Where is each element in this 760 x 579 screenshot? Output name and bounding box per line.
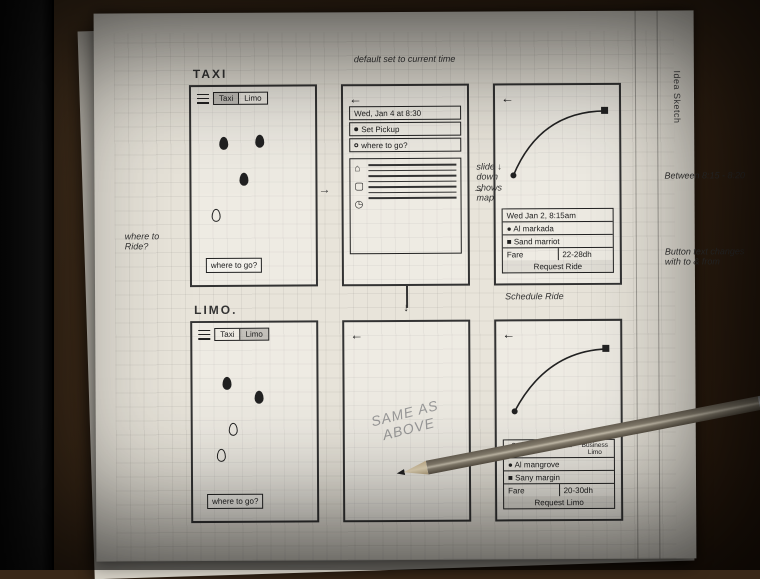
screen-limo-map: LIMO. Taxi Limo where to go? xyxy=(190,320,319,523)
section-title-limo: LIMO. xyxy=(194,303,237,317)
request-ride-button[interactable]: Request Ride xyxy=(503,260,613,273)
map-pin-user-icon[interactable] xyxy=(212,209,221,222)
map-pin-icon[interactable] xyxy=(219,137,228,150)
route-curve xyxy=(506,339,616,420)
where-to-go-button[interactable]: where to go? xyxy=(206,258,262,273)
date-field-label: Wed, Jan 4 at 8:30 xyxy=(354,108,421,117)
binder-edge xyxy=(0,0,54,570)
fare-row: Fare 20-30dh xyxy=(504,484,614,497)
card-header: Wed Jan 2, 8:15am xyxy=(503,209,613,223)
screen-limo-form: ← SAME AS ABOVE xyxy=(342,320,471,523)
date-field[interactable]: Wed, Jan 4 at 8:30 xyxy=(349,106,461,121)
tab-limo[interactable]: Limo xyxy=(239,93,266,104)
card-dropoff: ■ Sany margin xyxy=(504,471,614,485)
briefcase-icon[interactable]: ▢ xyxy=(354,181,364,192)
same-as-above-note: SAME AS ABOVE xyxy=(322,310,491,532)
tab-taxi[interactable]: Taxi xyxy=(215,329,240,340)
wireframe-grid: TAXI Taxi Limo where to go? ← Wed, Jan 4… xyxy=(189,83,623,523)
annotation-time-range: Between 8:15 - 8:20 xyxy=(664,170,756,181)
card-pickup: ● Al mangrove xyxy=(504,458,614,472)
tab-limo[interactable]: Limo xyxy=(240,329,267,340)
fare-label: Fare xyxy=(503,248,559,260)
sketch-paper: Idea Sketch TAXI Taxi Limo where to go? … xyxy=(94,10,697,561)
hamburger-icon[interactable] xyxy=(197,93,209,103)
clock-icon[interactable]: ◷ xyxy=(355,199,365,210)
fare-value: 22-28dh xyxy=(558,248,613,260)
destination-field-label: where to go? xyxy=(361,140,407,149)
pickup-field[interactable]: Set Pickup xyxy=(349,122,461,137)
card-pickup: ● Al markada xyxy=(503,222,613,236)
suggestions-panel: ⌂ ▢ ◷ xyxy=(349,158,462,255)
map-pin-icon[interactable] xyxy=(255,135,264,148)
map-pin-icon[interactable] xyxy=(222,377,231,390)
annotation-schedule-ride: Schedule Ride xyxy=(505,291,564,302)
back-arrow-icon[interactable]: ← xyxy=(349,91,461,107)
where-to-go-button[interactable]: where to go? xyxy=(207,494,263,509)
card-dropoff-text: Sany margin xyxy=(515,473,560,482)
paper-title: Idea Sketch xyxy=(672,70,682,123)
screen-taxi-form: ← Wed, Jan 4 at 8:30 Set Pickup where to… xyxy=(341,84,470,287)
topbar: Taxi Limo xyxy=(197,91,309,105)
section-title-taxi: TAXI xyxy=(193,67,228,81)
dot-filled-icon xyxy=(354,127,358,131)
flow-arrow-right-icon: → xyxy=(318,182,330,196)
fare-value: 20-30dh xyxy=(560,484,615,496)
screen-taxi-map: TAXI Taxi Limo where to go? xyxy=(189,84,318,287)
fare-row: Fare 22-28dh xyxy=(503,248,613,261)
pickup-field-label: Set Pickup xyxy=(361,124,399,133)
destination-field[interactable]: where to go? xyxy=(349,138,461,153)
dot-hollow-icon xyxy=(354,143,358,147)
screen-limo-confirm: ← Comfort Standard Business Limo ● Al ma… xyxy=(494,319,623,522)
vehicle-tabs: Taxi Limo xyxy=(214,328,269,341)
map-pin-icon[interactable] xyxy=(255,391,264,404)
annotation-button-text: Button text changes with to & from xyxy=(665,246,757,267)
request-limo-button[interactable]: Request Limo xyxy=(504,496,614,509)
annotation-where-to-ride: where to Ride? xyxy=(125,231,183,252)
home-icon[interactable]: ⌂ xyxy=(354,163,364,174)
card-pickup-text: Al markada xyxy=(513,224,554,233)
arrow-head-down-icon: ↓ xyxy=(403,302,409,314)
map-pin-icon[interactable] xyxy=(239,173,248,186)
route-curve xyxy=(505,103,615,184)
pencil-tip xyxy=(396,469,405,476)
card-dropoff-text: Sand marriot xyxy=(514,237,560,246)
panel-icons: ⌂ ▢ ◷ xyxy=(354,163,364,249)
suggestion-lines xyxy=(369,163,457,249)
map-pin-icon[interactable] xyxy=(217,449,226,462)
card-dropoff: ■ Sand marriot xyxy=(503,235,613,249)
hamburger-icon[interactable] xyxy=(198,329,210,339)
annotation-default-time: default set to current time xyxy=(354,54,456,65)
map-pin-user-icon[interactable] xyxy=(229,423,238,436)
flow-arrow-right-icon: → xyxy=(472,182,484,196)
tab-taxi[interactable]: Taxi xyxy=(214,93,239,104)
ride-card: Wed Jan 2, 8:15am ● Al markada ■ Sand ma… xyxy=(502,208,614,274)
fare-label: Fare xyxy=(504,484,560,496)
card-pickup-text: Al mangrove xyxy=(515,460,560,469)
topbar: Taxi Limo xyxy=(198,327,310,341)
vehicle-tabs: Taxi Limo xyxy=(213,92,268,105)
